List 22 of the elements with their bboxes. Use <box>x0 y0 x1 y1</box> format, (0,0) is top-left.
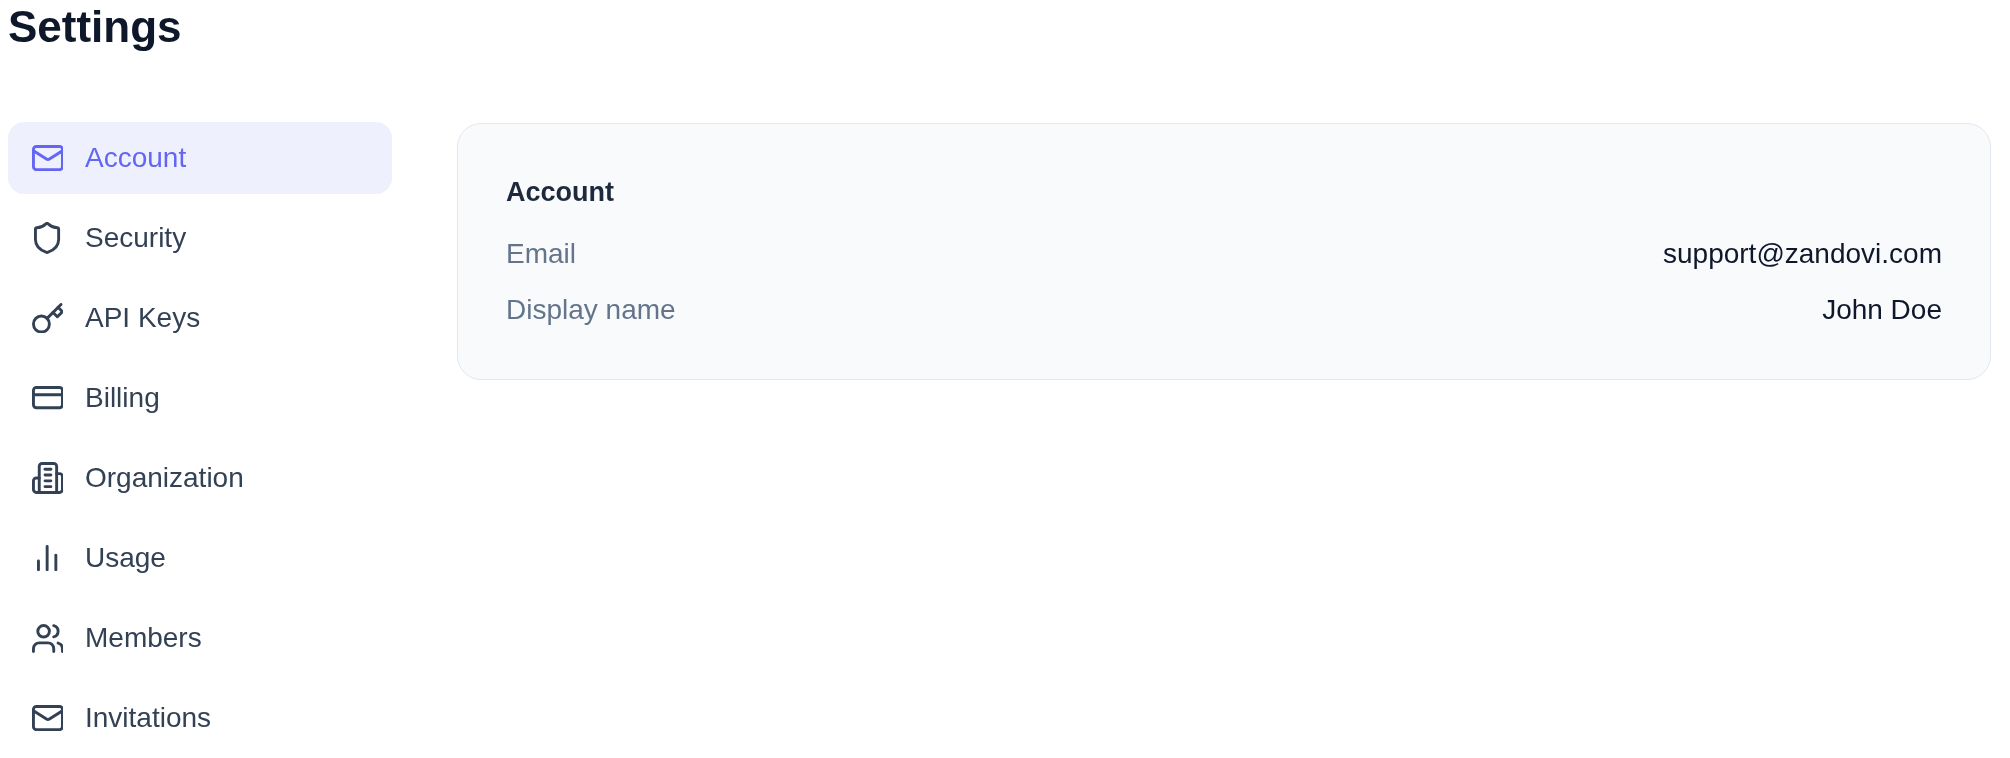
bar-chart-icon <box>37 544 58 572</box>
key-icon <box>31 302 64 334</box>
sidebar-item[interactable]: Organization <box>8 442 392 514</box>
sidebar-item[interactable]: Billing <box>8 362 392 434</box>
sidebar-item[interactable]: Security <box>8 202 392 274</box>
field-label: Display name <box>506 293 676 327</box>
mail-icon <box>31 144 64 172</box>
mail-icon <box>31 704 64 732</box>
shield-icon <box>34 222 61 254</box>
field-value: John Doe <box>1822 293 1942 327</box>
sidebar-item[interactable]: API Keys <box>8 282 392 354</box>
sidebar-item[interactable]: Members <box>8 602 392 674</box>
building-icon <box>31 462 64 494</box>
field-value: support@zandovi.com <box>1663 237 1942 271</box>
sidebar-item[interactable]: Invitations <box>8 682 392 754</box>
sidebar-item[interactable]: Account <box>8 122 392 194</box>
credit-card-icon <box>31 386 64 410</box>
sidebar-item[interactable]: Usage <box>8 522 392 594</box>
page-title: Settings <box>8 1 183 53</box>
card-title: Account <box>506 176 615 209</box>
field-label: Email <box>506 237 576 271</box>
users-icon <box>31 623 64 653</box>
